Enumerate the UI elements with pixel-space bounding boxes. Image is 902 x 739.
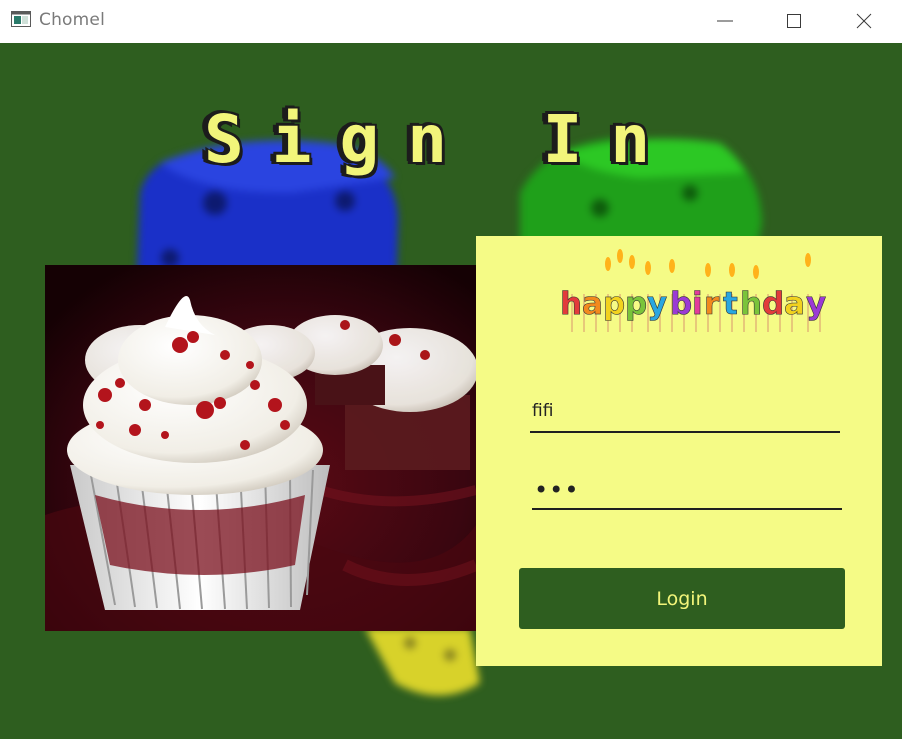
window-title: Chomel [39, 10, 105, 30]
app-window-icon [11, 11, 31, 27]
login-panel: happybirthday h a p p y b i r t h d a y [476, 236, 882, 666]
svg-text:a: a [582, 286, 603, 322]
sign-in-screen: Sign In happybirthday h a p p y b i r t … [0, 43, 902, 739]
svg-text:t: t [723, 286, 738, 322]
svg-text:y: y [647, 286, 667, 322]
svg-text:p: p [603, 286, 625, 322]
page-title: Sign In [204, 101, 679, 178]
birthday-banner-image: happybirthday h a p p y b i r t h d a y [560, 249, 827, 332]
svg-text:b: b [670, 286, 692, 322]
svg-text:y: y [806, 286, 826, 322]
app-window: Chomel Sign In happybirthday h a p p y b… [0, 0, 902, 739]
maximize-button[interactable] [771, 0, 817, 42]
svg-text:a: a [784, 286, 805, 322]
login-button-label: Login [656, 587, 708, 610]
title-bar[interactable]: Chomel [0, 0, 902, 42]
password-field[interactable]: ••• [532, 468, 842, 510]
svg-text:p: p [625, 286, 647, 322]
login-button[interactable]: Login [519, 568, 845, 629]
minimize-icon [717, 20, 733, 22]
minimize-button[interactable] [702, 0, 748, 42]
cupcake-image [45, 265, 476, 631]
password-value: ••• [534, 476, 580, 504]
username-value: fifi [532, 401, 554, 421]
svg-text:d: d [762, 286, 784, 322]
svg-text:r: r [704, 286, 720, 322]
svg-text:h: h [740, 286, 762, 322]
svg-text:h: h [560, 286, 582, 322]
svg-text:i: i [692, 286, 703, 322]
username-field[interactable]: fifi [530, 391, 840, 433]
maximize-icon [787, 14, 801, 28]
close-button[interactable] [841, 0, 887, 42]
close-icon [856, 13, 872, 29]
